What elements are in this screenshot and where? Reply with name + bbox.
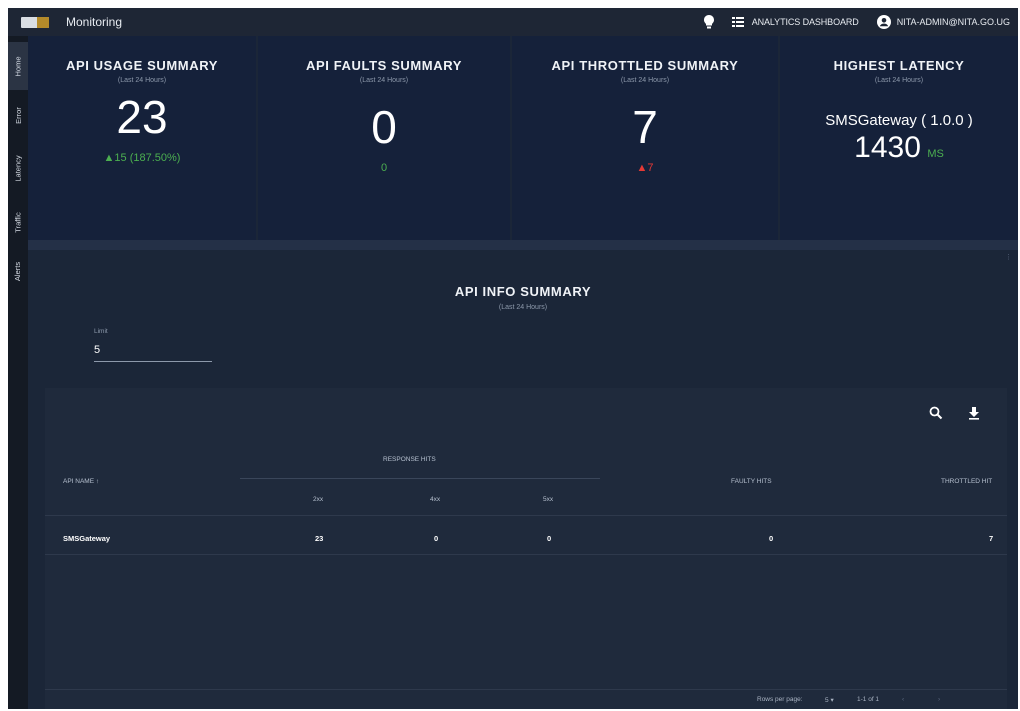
header-divider [240, 478, 600, 479]
card-title: API THROTTLED SUMMARY [551, 58, 739, 73]
api-faults-card[interactable]: API FAULTS SUMMARY (Last 24 Hours) 0 0 [258, 36, 510, 240]
throttled-delta: ▲7 [636, 162, 654, 174]
app-title: Monitoring [66, 15, 123, 29]
column-header-throttled-hit[interactable]: THROTTLED HIT [941, 478, 992, 485]
table-divider [45, 554, 1007, 555]
rows-per-page-select[interactable]: 5 ▾ [825, 696, 834, 704]
highest-latency-card[interactable]: HIGHEST LATENCY (Last 24 Hours) SMSGatew… [780, 36, 1018, 240]
section-divider [28, 240, 1018, 250]
column-header-api-name[interactable]: API NAME ↑ [63, 478, 99, 485]
analytics-dashboard-button[interactable]: ANALYTICS DASHBOARD [731, 17, 859, 27]
cell-api-name: SMSGateway [63, 534, 111, 543]
api-usage-card[interactable]: API USAGE SUMMARY (Last 24 Hours) 23 ▲15… [28, 36, 256, 240]
card-subtitle: (Last 24 Hours) [620, 77, 670, 84]
usage-count: 23 [116, 91, 168, 143]
arrow-up-icon: ↑ [95, 478, 100, 485]
sidebar-item-error[interactable]: Error [8, 96, 28, 134]
limit-input[interactable]: 5 [94, 342, 212, 362]
user-email: NITA-ADMIN@NITA.GO.UG [896, 17, 1010, 27]
app-frame: Monitoring ANALYTICS DASHBOARD NITA-ADMI… [8, 8, 1018, 709]
card-title: API USAGE SUMMARY [65, 58, 218, 73]
latency-api-name: SMSGateway ( 1.0.0 ) [825, 112, 973, 129]
card-subtitle: (Last 24 Hours) [874, 77, 924, 84]
analytics-dashboard-label: ANALYTICS DASHBOARD [751, 17, 859, 27]
user-menu-button[interactable]: NITA-ADMIN@NITA.GO.UG [876, 15, 1010, 29]
usage-delta: ▲15 (187.50%) [103, 152, 181, 164]
sidebar-item-home[interactable]: Home [8, 42, 28, 90]
panel-options-icon[interactable]: ⋮ [1005, 253, 1012, 261]
table-divider [45, 515, 1007, 516]
api-info-table: API NAME ↑ RESPONSE HITS 2xx 4xx 5xx FAU… [45, 388, 1007, 709]
lightbulb-icon[interactable] [701, 14, 717, 30]
column-header-4xx[interactable]: 4xx [430, 496, 440, 503]
card-title: API FAULTS SUMMARY [306, 58, 462, 73]
faults-delta: 0 [380, 162, 388, 174]
top-bar-actions: ANALYTICS DASHBOARD NITA-ADMIN@NITA.GO.U… [701, 14, 1010, 30]
faults-count: 0 [371, 101, 397, 153]
next-page-icon[interactable]: › [938, 696, 940, 703]
cell-2xx: 23 [315, 534, 324, 543]
sidebar-item-label: Latency [13, 154, 23, 182]
sidebar-item-alerts[interactable]: Alerts [8, 251, 28, 291]
sidebar-item-label: Error [13, 106, 23, 124]
table-pagination: Rows per page: 5 ▾ 1-1 of 1 ‹ › [45, 689, 1007, 709]
cell-5xx: 0 [547, 534, 552, 543]
info-summary-subtitle: (Last 24 Hours) [498, 304, 548, 311]
column-header-2xx[interactable]: 2xx [313, 496, 323, 503]
grid-icon [731, 17, 744, 27]
card-title: HIGHEST LATENCY [833, 58, 965, 73]
top-bar: Monitoring ANALYTICS DASHBOARD NITA-ADMI… [8, 8, 1018, 36]
info-summary-title: API INFO SUMMARY [454, 284, 592, 299]
app-logo [21, 16, 49, 28]
account-circle-icon [876, 15, 891, 29]
column-header-5xx[interactable]: 5xx [543, 496, 553, 503]
rows-per-page-label: Rows per page: [757, 696, 803, 703]
search-icon[interactable] [929, 406, 943, 420]
cell-throttled-hit: 7 [989, 534, 994, 543]
sidebar-item-label: Traffic [13, 211, 23, 233]
previous-page-icon[interactable]: ‹ [902, 696, 904, 703]
column-header-response-hits: RESPONSE HITS [383, 456, 436, 463]
latency-unit: MS [927, 148, 944, 160]
sidebar-item-label: Home [13, 55, 23, 77]
cell-faulty-hits: 0 [769, 534, 774, 543]
caret-down-icon: ▾ [830, 697, 834, 704]
sidebar-item-label: Alerts [13, 261, 23, 281]
latency-value: 1430 [854, 131, 921, 164]
sidebar-item-traffic[interactable]: Traffic [8, 202, 28, 242]
api-throttled-card[interactable]: API THROTTLED SUMMARY (Last 24 Hours) 7 … [512, 36, 778, 240]
card-subtitle: (Last 24 Hours) [117, 77, 167, 84]
cell-4xx: 0 [434, 534, 439, 543]
limit-label: Limit [94, 328, 108, 335]
sidebar: Home Error Latency Traffic Alerts [8, 36, 28, 709]
download-icon[interactable] [967, 406, 981, 420]
pagination-range: 1-1 of 1 [857, 696, 880, 703]
column-header-faulty-hits[interactable]: FAULTY HITS [731, 478, 772, 485]
card-subtitle: (Last 24 Hours) [359, 77, 409, 84]
throttled-count: 7 [632, 101, 658, 153]
sidebar-item-latency[interactable]: Latency [8, 144, 28, 192]
